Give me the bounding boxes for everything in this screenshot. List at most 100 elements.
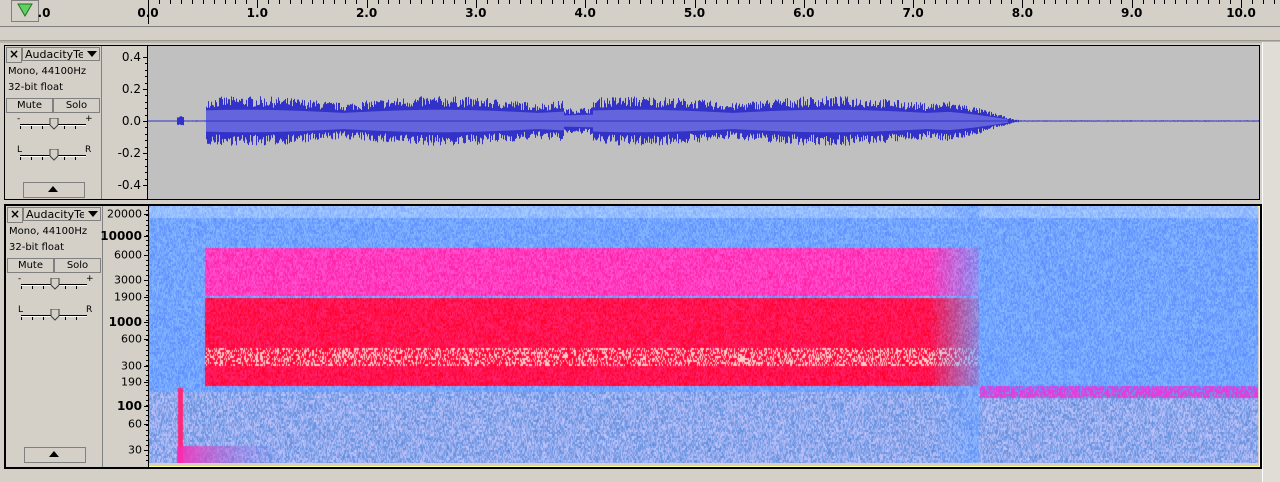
spectrogram-graph bbox=[149, 206, 1258, 463]
ruler-tick-label: 3.0 bbox=[465, 6, 487, 20]
ruler-minor-tick bbox=[377, 0, 379, 4]
frequency-minor-tick bbox=[146, 275, 148, 276]
track-format: Mono, 44100Hz bbox=[9, 226, 88, 237]
ruler-major-tick bbox=[366, 0, 368, 8]
collapse-track-button[interactable] bbox=[23, 182, 85, 198]
ruler-minor-tick bbox=[1230, 0, 1232, 4]
ruler-minor-tick bbox=[814, 0, 816, 4]
mute-button[interactable]: Mute bbox=[6, 98, 53, 113]
close-track-button[interactable]: × bbox=[6, 47, 22, 63]
frequency-minor-tick bbox=[146, 455, 148, 456]
ruler-minor-tick bbox=[268, 0, 270, 4]
waveform-track[interactable]: × AudacityTe Mono, 44100Hz 32-bit float … bbox=[4, 45, 1260, 200]
track-name-menu[interactable]: AudacityTe bbox=[22, 47, 100, 61]
frequency-minor-tick bbox=[146, 310, 148, 311]
track-name-menu[interactable]: AudacityTe bbox=[23, 207, 101, 221]
amplitude-minor-tick bbox=[145, 159, 147, 161]
ruler-minor-tick bbox=[486, 0, 488, 4]
timeline-ruler[interactable]: .0 0.01.02.03.04.05.06.07.08.09.010.0 bbox=[0, 0, 1280, 27]
ruler-minor-tick bbox=[202, 0, 204, 4]
ruler-minor-tick bbox=[1197, 0, 1199, 4]
ruler-minor-tick bbox=[464, 0, 466, 4]
gain-slider[interactable]: - + bbox=[15, 114, 95, 132]
ruler-minor-tick bbox=[224, 0, 226, 4]
ruler-minor-tick bbox=[1142, 0, 1144, 4]
ruler-minor-tick bbox=[683, 0, 685, 4]
ruler-tick-label: 1.0 bbox=[246, 6, 268, 20]
ruler-gap bbox=[0, 27, 1280, 40]
ruler-minor-tick bbox=[672, 0, 674, 4]
ruler-minor-tick bbox=[858, 0, 860, 4]
pan-slider-thumb-icon[interactable] bbox=[50, 309, 60, 321]
gain-slider-thumb-icon[interactable] bbox=[49, 118, 59, 130]
spectrogram-display[interactable] bbox=[149, 206, 1260, 467]
frequency-minor-tick bbox=[146, 380, 148, 381]
close-track-button[interactable]: × bbox=[7, 207, 23, 223]
frequency-label: 6000 bbox=[114, 248, 142, 262]
spectrogram-track[interactable]: × AudacityTe Mono, 44100Hz 32-bit float … bbox=[4, 204, 1262, 469]
ruler-minor-tick bbox=[574, 0, 576, 4]
frequency-tick bbox=[144, 366, 148, 367]
ruler-minor-tick bbox=[1033, 0, 1035, 4]
frequency-label: 1900 bbox=[114, 290, 142, 304]
amplitude-minor-tick bbox=[145, 69, 147, 71]
frequency-minor-tick bbox=[146, 270, 148, 271]
frequency-minor-tick bbox=[146, 285, 148, 286]
amplitude-tick bbox=[143, 185, 147, 186]
ruler-minor-tick bbox=[661, 0, 663, 4]
ruler-minor-tick bbox=[311, 0, 313, 4]
ruler-minor-tick bbox=[1175, 0, 1177, 4]
ruler-minor-tick bbox=[924, 0, 926, 4]
ruler-minor-tick bbox=[519, 0, 521, 4]
ruler-minor-tick bbox=[891, 0, 893, 4]
frequency-minor-tick bbox=[146, 255, 148, 256]
collapse-track-button[interactable] bbox=[24, 447, 86, 463]
vertical-scrollbar[interactable] bbox=[1262, 42, 1280, 482]
track-name-label: AudacityTe bbox=[26, 208, 84, 221]
ruler-minor-tick bbox=[1055, 0, 1057, 4]
ruler-minor-tick bbox=[530, 0, 532, 4]
gain-slider[interactable]: - + bbox=[16, 274, 96, 292]
frequency-minor-tick bbox=[146, 375, 148, 376]
ruler-minor-tick bbox=[279, 0, 281, 4]
ruler-partial-label: .0 bbox=[37, 6, 51, 20]
frequency-minor-tick bbox=[146, 335, 148, 336]
frequency-minor-tick bbox=[146, 355, 148, 356]
mute-button[interactable]: Mute bbox=[7, 258, 54, 273]
ruler-major-tick bbox=[1022, 0, 1024, 8]
pan-slider-thumb-icon[interactable] bbox=[49, 149, 59, 161]
ruler-major-tick bbox=[1131, 0, 1133, 8]
ruler-minor-tick bbox=[760, 0, 762, 4]
ruler-minor-tick bbox=[934, 0, 936, 4]
amplitude-label: 0.2 bbox=[121, 82, 141, 96]
ruler-minor-tick bbox=[563, 0, 565, 4]
frequency-label: 600 bbox=[121, 332, 142, 346]
ruler-minor-tick bbox=[1120, 0, 1122, 4]
ruler-minor-tick bbox=[235, 0, 237, 4]
frequency-tick bbox=[144, 236, 148, 237]
ruler-minor-tick bbox=[978, 0, 980, 4]
ruler-minor-tick bbox=[290, 0, 292, 4]
frequency-minor-tick bbox=[146, 230, 148, 231]
ruler-minor-tick bbox=[1000, 0, 1002, 4]
solo-button[interactable]: Solo bbox=[53, 98, 100, 113]
play-head-icon[interactable] bbox=[11, 0, 39, 22]
ruler-minor-tick bbox=[399, 0, 401, 4]
pan-slider[interactable]: L R bbox=[15, 145, 95, 163]
frequency-tick bbox=[144, 382, 148, 383]
ruler-tick-label: 6.0 bbox=[793, 6, 815, 20]
track-bit-depth: 32-bit float bbox=[9, 242, 65, 253]
ruler-tick-label: 9.0 bbox=[1121, 6, 1143, 20]
pan-slider[interactable]: L R bbox=[16, 305, 96, 323]
pan-left-label: L bbox=[17, 145, 23, 155]
track-control-panel: × AudacityTe Mono, 44100Hz 32-bit float … bbox=[5, 46, 102, 199]
ruler-minor-tick bbox=[847, 0, 849, 4]
waveform-display[interactable] bbox=[148, 46, 1259, 199]
ruler-tick-label: 7.0 bbox=[902, 6, 924, 20]
solo-button[interactable]: Solo bbox=[54, 258, 101, 273]
ruler-major-tick bbox=[475, 0, 477, 8]
ruler-tick-label: 4.0 bbox=[574, 6, 596, 20]
amplitude-minor-tick bbox=[145, 121, 147, 122]
gain-slider-thumb-icon[interactable] bbox=[50, 278, 60, 290]
amplitude-minor-tick bbox=[145, 108, 147, 110]
